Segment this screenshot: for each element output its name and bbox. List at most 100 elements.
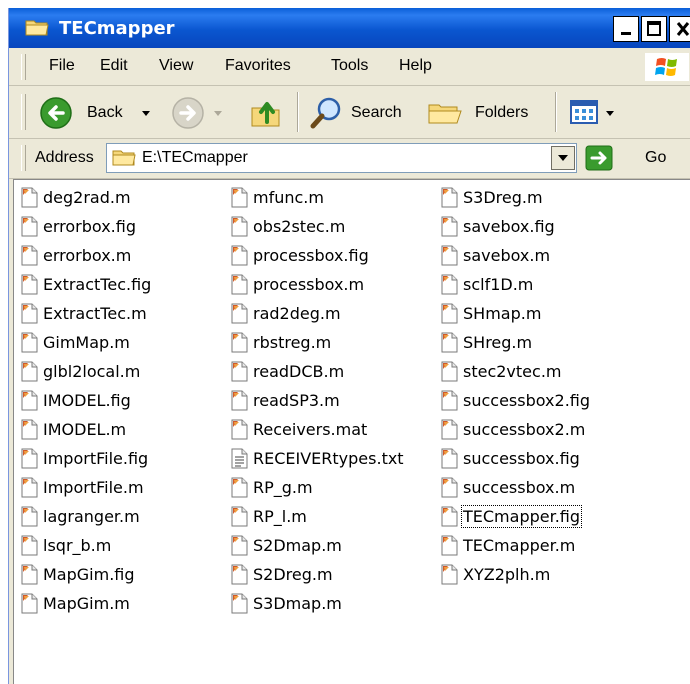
matlab-file-icon bbox=[231, 593, 248, 614]
matlab-file-icon bbox=[231, 216, 248, 237]
file-name: successbox2.m bbox=[463, 420, 586, 439]
forward-button[interactable] bbox=[167, 92, 229, 132]
file-name: readSP3.m bbox=[253, 391, 340, 410]
file-name: errorbox.fig bbox=[43, 217, 136, 236]
matlab-file-icon bbox=[441, 535, 458, 556]
address-label: Address bbox=[35, 149, 94, 166]
address-value: E:\TECmapper bbox=[142, 149, 248, 166]
menu-view[interactable]: View bbox=[159, 57, 193, 75]
file-name: ImportFile.fig bbox=[43, 449, 149, 468]
matlab-file-icon bbox=[231, 564, 248, 585]
file-name: stec2vtec.m bbox=[463, 362, 562, 381]
file-name: IMODEL.m bbox=[43, 420, 127, 439]
file-name: SHmap.m bbox=[463, 304, 542, 323]
menu-file[interactable]: File bbox=[49, 57, 75, 75]
file-name: S2Dreg.m bbox=[253, 565, 333, 584]
file-name: GimMap.m bbox=[43, 333, 130, 352]
minimize-icon bbox=[621, 32, 631, 35]
folders-button[interactable]: Folders bbox=[423, 92, 547, 132]
matlab-file-icon bbox=[441, 216, 458, 237]
file-name: RP_g.m bbox=[253, 478, 313, 497]
forward-arrow-icon bbox=[172, 97, 204, 129]
toolbar-grip[interactable] bbox=[21, 94, 26, 130]
matlab-file-icon bbox=[21, 419, 38, 440]
views-icon bbox=[570, 100, 598, 124]
address-bar: Address E:\TECmapper Go bbox=[9, 139, 690, 179]
folder-icon bbox=[25, 20, 49, 36]
file-name: readDCB.m bbox=[253, 362, 345, 381]
menu-help[interactable]: Help bbox=[399, 57, 432, 75]
matlab-file-icon bbox=[21, 593, 38, 614]
matlab-file-icon bbox=[441, 332, 458, 353]
matlab-file-icon bbox=[231, 187, 248, 208]
matlab-file-icon bbox=[441, 448, 458, 469]
maximize-icon bbox=[647, 21, 661, 36]
menu-favorites[interactable]: Favorites bbox=[225, 57, 291, 75]
file-name: lsqr_b.m bbox=[43, 536, 112, 555]
chevron-down-icon bbox=[142, 111, 150, 116]
toolbar-separator bbox=[297, 92, 299, 132]
chevron-down-icon bbox=[214, 111, 222, 116]
file-name: successbox2.fig bbox=[463, 391, 591, 410]
file-name: rad2deg.m bbox=[253, 304, 341, 323]
file-name: IMODEL.fig bbox=[43, 391, 131, 410]
matlab-file-icon bbox=[231, 303, 248, 324]
matlab-file-icon bbox=[231, 419, 248, 440]
file-name: RECEIVERtypes.txt bbox=[253, 449, 404, 468]
file-name: MapGim.fig bbox=[43, 565, 135, 584]
back-button[interactable]: Back bbox=[37, 92, 167, 132]
back-arrow-icon bbox=[40, 97, 72, 129]
search-button[interactable]: Search bbox=[305, 92, 415, 132]
views-button[interactable] bbox=[565, 92, 625, 132]
address-grip[interactable] bbox=[21, 145, 26, 171]
matlab-file-icon bbox=[231, 477, 248, 498]
text-file-icon bbox=[231, 448, 248, 469]
go-label[interactable]: Go bbox=[645, 149, 666, 167]
go-arrow-icon bbox=[585, 145, 613, 171]
matlab-file-icon bbox=[231, 535, 248, 556]
windows-logo bbox=[645, 53, 689, 81]
matlab-file-icon bbox=[231, 332, 248, 353]
window-title: TECmapper bbox=[59, 18, 175, 39]
file-name: RP_l.m bbox=[253, 507, 307, 526]
title-bar[interactable]: TECmapper bbox=[9, 8, 690, 48]
address-dropdown-button[interactable] bbox=[551, 146, 575, 170]
up-folder-icon bbox=[251, 102, 280, 127]
search-icon bbox=[310, 97, 341, 129]
menu-edit[interactable]: Edit bbox=[100, 57, 128, 75]
matlab-file-icon bbox=[21, 245, 38, 266]
close-button[interactable] bbox=[669, 16, 690, 42]
file-name: Receivers.mat bbox=[253, 420, 368, 439]
matlab-file-icon bbox=[441, 245, 458, 266]
file-name: S2Dmap.m bbox=[253, 536, 342, 555]
matlab-file-icon bbox=[21, 564, 38, 585]
file-name: errorbox.m bbox=[43, 246, 132, 265]
file-name: ExtractTec.m bbox=[43, 304, 147, 323]
matlab-file-icon bbox=[441, 390, 458, 411]
matlab-file-icon bbox=[441, 564, 458, 585]
matlab-file-icon bbox=[441, 477, 458, 498]
address-input[interactable]: E:\TECmapper bbox=[106, 143, 577, 173]
matlab-file-icon bbox=[231, 245, 248, 266]
minimize-button[interactable] bbox=[613, 16, 639, 42]
matlab-file-icon bbox=[21, 477, 38, 498]
matlab-file-icon bbox=[441, 506, 458, 527]
file-name: processbox.fig bbox=[253, 246, 369, 265]
matlab-file-icon bbox=[21, 303, 38, 324]
up-folder-button[interactable] bbox=[245, 92, 287, 132]
file-name: processbox.m bbox=[253, 275, 365, 294]
toolbar-separator bbox=[555, 92, 557, 132]
menu-bar: File Edit View Favorites Tools Help bbox=[9, 48, 690, 86]
chevron-down-icon bbox=[558, 155, 568, 161]
matlab-file-icon bbox=[21, 535, 38, 556]
go-button[interactable] bbox=[585, 145, 615, 171]
matlab-file-icon bbox=[441, 274, 458, 295]
matlab-file-icon bbox=[441, 303, 458, 324]
maximize-button[interactable] bbox=[641, 16, 667, 42]
menu-tools[interactable]: Tools bbox=[331, 57, 368, 75]
file-name: sclf1D.m bbox=[463, 275, 534, 294]
file-name: lagranger.m bbox=[43, 507, 140, 526]
file-list[interactable]: deg2rad.m errorbox.fig errorbox.m ExtractTe… bbox=[13, 179, 690, 684]
file-name: TECmapper.fig bbox=[460, 505, 583, 528]
menu-grip[interactable] bbox=[21, 54, 26, 80]
